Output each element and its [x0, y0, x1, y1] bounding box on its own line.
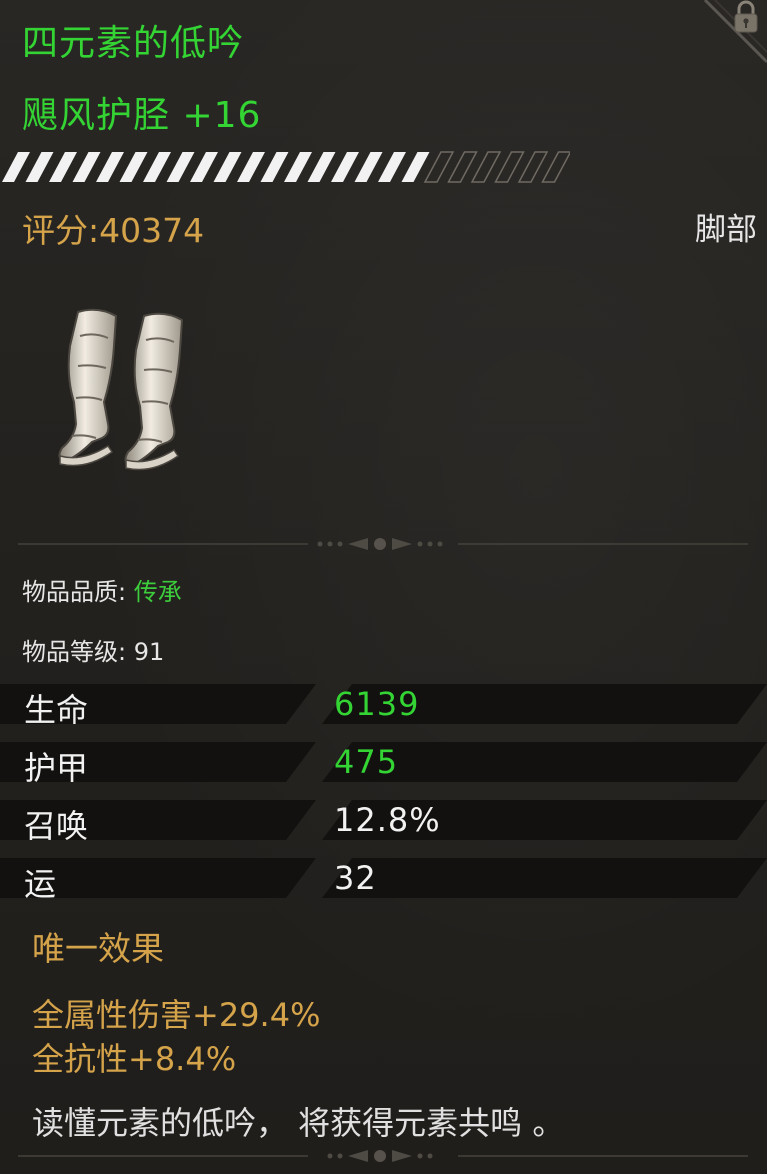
stat-label: 护甲 — [24, 749, 89, 787]
progress-stripe-empty — [470, 151, 502, 183]
progress-stripe-filled — [237, 152, 265, 182]
unique-effect-title: 唯一效果 — [32, 929, 164, 968]
progress-stripe-filled — [331, 152, 359, 182]
item-score: 评分:40374 — [22, 211, 205, 250]
stat-value: 32 — [334, 859, 377, 897]
progress-stripe-filled — [166, 152, 195, 182]
progress-stripe-empty — [541, 151, 570, 183]
quality-value: 传承 — [133, 578, 182, 606]
item-quality: 物品品质: 传承 — [22, 572, 182, 607]
stat-label: 运 — [24, 865, 57, 903]
progress-stripe-filled — [190, 152, 218, 182]
progress-stripe-filled — [284, 152, 312, 182]
progress-stripe-filled — [213, 152, 242, 182]
progress-stripe-filled — [143, 152, 171, 182]
item-level: 物品等级: 91 — [22, 632, 164, 667]
progress-stripe-filled — [119, 152, 148, 182]
progress-stripe-empty — [447, 151, 478, 183]
progress-stripe-filled — [354, 152, 383, 182]
item-set-name: 四元素的低吟 — [22, 23, 245, 64]
item-name: 飓风护胫 +16 — [22, 95, 262, 136]
stat-value-bg — [322, 858, 767, 898]
stat-row: 运 32 — [0, 858, 767, 903]
progress-stripe-filled — [25, 152, 54, 182]
progress-stripe-filled — [96, 152, 124, 182]
stat-label: 生命 — [24, 691, 89, 729]
stat-value: 475 — [334, 743, 399, 781]
unique-effect-line: 全抗性+8.4% — [32, 1040, 237, 1078]
progress-stripe-empty — [494, 151, 525, 183]
progress-stripe-empty — [517, 151, 549, 183]
progress-stripe-filled — [72, 152, 101, 182]
level-value: 91 — [133, 638, 165, 666]
progress-stripe-filled — [307, 152, 336, 182]
stat-row: 护甲 475 — [0, 742, 767, 787]
item-tooltip-panel: 四元素的低吟 飓风护胫 +16 评分:40374 脚部 物品品质: 传承 物品等… — [0, 0, 767, 1174]
ornament-divider — [18, 1150, 748, 1162]
ornament-divider — [18, 538, 748, 550]
progress-stripe-filled — [49, 152, 77, 182]
progress-stripe-filled — [401, 152, 430, 182]
greaves-icon[interactable] — [52, 306, 198, 472]
item-lore-text: 读懂元素的低吟， 将获得元素共鸣 。 — [32, 1104, 565, 1142]
progress-stripe-filled — [378, 152, 406, 182]
stat-label: 召唤 — [24, 807, 89, 845]
item-slot: 脚部 — [695, 212, 757, 248]
unique-effect-line: 全属性伤害+29.4% — [32, 996, 321, 1034]
lock-icon[interactable] — [729, 0, 763, 34]
quality-label: 物品品质: — [22, 578, 134, 606]
stat-row: 生命 6139 — [0, 684, 767, 729]
stat-row: 召唤 12.8% — [0, 800, 767, 845]
stat-value: 12.8% — [334, 801, 441, 839]
progress-stripe-filled — [2, 152, 30, 182]
level-label: 物品等级: — [22, 638, 134, 666]
progress-stripe-empty — [423, 151, 455, 183]
enhancement-progress-bar — [2, 151, 570, 183]
stat-value: 6139 — [334, 685, 420, 723]
progress-stripe-filled — [260, 152, 289, 182]
